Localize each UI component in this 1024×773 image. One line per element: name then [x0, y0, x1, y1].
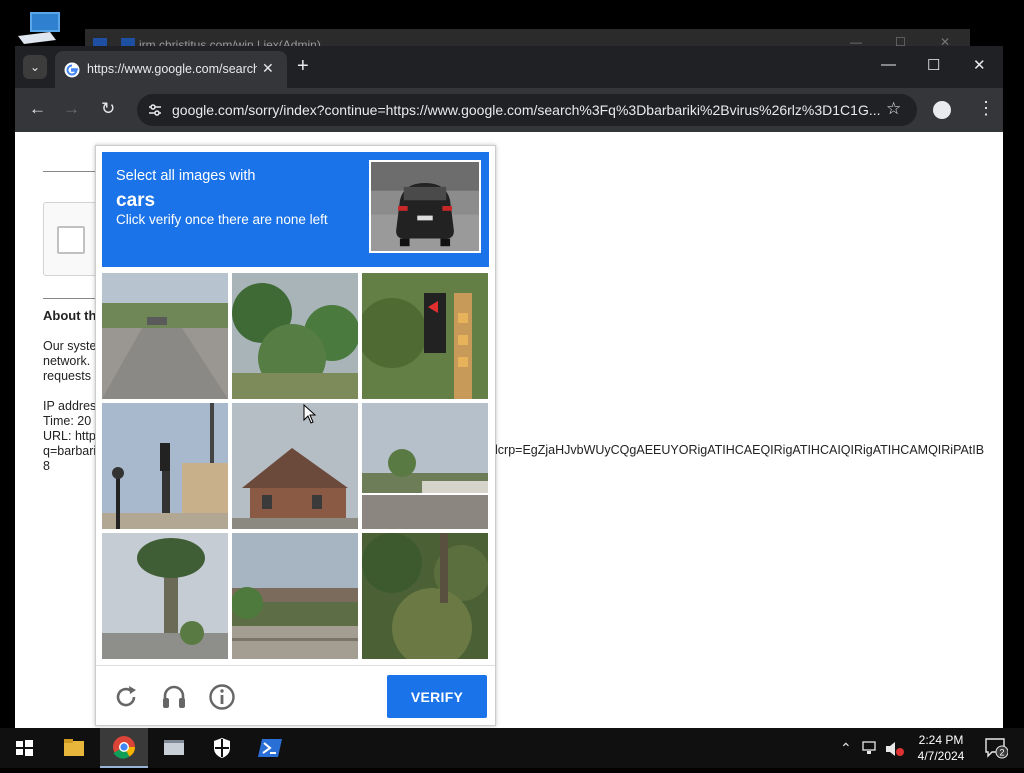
start-button[interactable]	[0, 728, 48, 768]
folder-icon	[64, 739, 84, 756]
close-button[interactable]: ✕	[973, 56, 986, 74]
taskbar-windows-security[interactable]	[198, 728, 246, 768]
app-window-icon	[164, 740, 184, 755]
image-tile-traffic-light-building[interactable]	[102, 403, 228, 529]
tab-strip: ⌄ https://www.google.com/search? ✕ + — ☐…	[15, 46, 1003, 88]
verify-button[interactable]: VERIFY	[387, 675, 487, 718]
image-tile-bridge[interactable]	[232, 533, 358, 659]
audio-challenge-icon[interactable]	[160, 683, 188, 711]
new-tab-button[interactable]: +	[297, 55, 309, 77]
google-icon	[64, 62, 80, 78]
mouse-cursor-icon	[303, 404, 317, 424]
about-heading: About th	[43, 308, 97, 323]
image-tile-palm-tree[interactable]	[102, 533, 228, 659]
address-bar[interactable]: google.com/sorry/index?continue=https://…	[137, 94, 917, 126]
chrome-icon	[113, 736, 135, 759]
taskbar-powershell[interactable]	[246, 728, 294, 768]
forward-button[interactable]: →	[63, 99, 80, 119]
time-text: Time: 20	[43, 414, 92, 428]
page-text: Our syste	[43, 339, 97, 353]
image-tile-trees[interactable]	[232, 273, 358, 399]
tab-title: https://www.google.com/search?	[87, 62, 257, 76]
instruction-text: Select all images with	[116, 168, 256, 184]
image-tile-street-road[interactable]	[102, 273, 228, 399]
system-clock[interactable]: 2:24 PM 4/7/2024	[906, 732, 976, 764]
divider	[43, 171, 103, 172]
challenge-header: Select all images with cars Click verify…	[102, 152, 489, 267]
ip-address-text: IP addres	[43, 399, 97, 413]
shield-icon	[214, 738, 230, 758]
clock-date: 4/7/2024	[917, 749, 965, 763]
tab-close-icon[interactable]: ✕	[262, 60, 274, 77]
instruction-subtext: Click verify once there are none left	[116, 212, 328, 227]
page-text: network.	[43, 354, 91, 368]
taskbar: ⌃ 2:24 PM 4/7/2024 2	[0, 728, 1024, 768]
chrome-menu-icon[interactable]: ⋮	[977, 98, 995, 119]
target-object-text: cars	[116, 190, 156, 211]
image-tile-traffic-light-palm[interactable]	[362, 273, 488, 399]
maximize-button[interactable]: ☐	[927, 56, 940, 74]
reload-button[interactable]: ↻	[101, 99, 115, 119]
url-text: q=barbari	[43, 444, 97, 458]
url-text: 8	[43, 459, 50, 473]
image-tile-street-houses[interactable]	[362, 403, 488, 529]
info-icon[interactable]	[208, 683, 236, 711]
volume-muted-icon[interactable]	[885, 741, 905, 757]
windows-logo-icon	[16, 740, 33, 756]
image-tile-brick-house[interactable]	[232, 403, 358, 529]
recaptcha-checkbox[interactable]	[57, 226, 85, 254]
clock-time: 2:24 PM	[918, 733, 964, 747]
divider	[96, 665, 495, 666]
taskbar-app[interactable]	[150, 728, 198, 768]
site-info-icon[interactable]	[147, 102, 163, 118]
page-text: requests	[43, 369, 91, 383]
taskbar-file-explorer[interactable]	[50, 728, 98, 768]
action-center-icon[interactable]: 2	[984, 737, 1009, 759]
back-button[interactable]: ←	[29, 99, 46, 119]
sample-car-image	[369, 160, 481, 253]
profile-avatar-icon[interactable]	[933, 101, 951, 119]
recaptcha-challenge: Select all images with cars Click verify…	[95, 145, 496, 726]
url-tail-text: lcrp=EgZjaHJvbWUyCQgAEEUYORigATIHCAEQIRi…	[495, 443, 985, 457]
minimize-button[interactable]: —	[881, 56, 896, 73]
powershell-icon	[258, 739, 282, 757]
tab-search-button[interactable]: ⌄	[23, 55, 47, 79]
network-icon[interactable]	[862, 741, 880, 755]
image-grid	[102, 273, 489, 659]
url-text[interactable]: google.com/sorry/index?continue=https://…	[172, 102, 882, 118]
url-text: URL: http	[43, 429, 96, 443]
image-tile-bushes[interactable]	[362, 533, 488, 659]
taskbar-chrome[interactable]	[100, 728, 148, 768]
toolbar: ← → ↻ google.com/sorry/index?continue=ht…	[15, 88, 1003, 132]
divider	[43, 298, 103, 299]
reload-challenge-icon[interactable]	[112, 683, 140, 711]
notification-count: 2	[999, 748, 1004, 758]
bookmark-star-icon[interactable]: ☆	[886, 99, 901, 119]
show-hidden-icons-chevron-icon[interactable]: ⌃	[840, 740, 852, 757]
recaptcha-checkbox-widget[interactable]	[43, 202, 103, 276]
tab-google-search[interactable]: https://www.google.com/search? ✕	[55, 51, 287, 88]
this-pc-icon[interactable]	[16, 10, 64, 50]
